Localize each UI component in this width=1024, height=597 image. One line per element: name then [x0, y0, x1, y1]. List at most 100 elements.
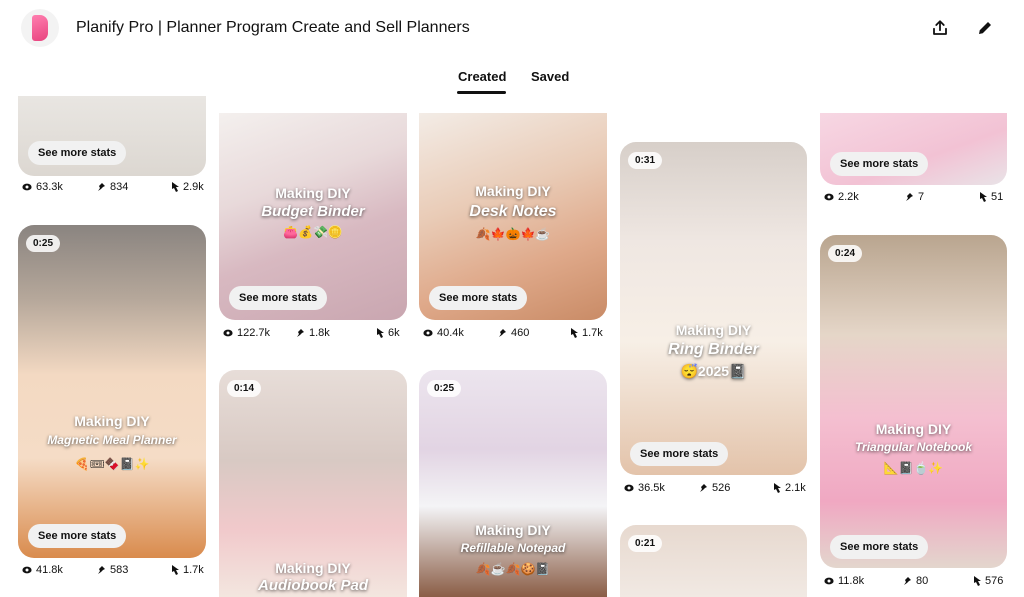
- pin-title-line2: Ring Binder: [668, 341, 759, 358]
- pin-emoji-line: 📐📓🍵✨: [883, 461, 944, 475]
- tab-created[interactable]: Created: [458, 69, 506, 84]
- eye-icon: [22, 566, 32, 574]
- saves-stat: 834: [96, 181, 128, 193]
- pointer-icon: [774, 483, 781, 493]
- views-stat: 40.4k: [423, 327, 464, 339]
- pin-stats: 63.3k 834 2.9k: [22, 181, 204, 195]
- pin-title-line2: Triangular Notebook: [854, 440, 973, 454]
- pin-title-line2: Refillable Notepad: [460, 541, 566, 555]
- pin-card[interactable]: 0:25 Making DIY Refillable Notepad 🍂☕🍂🍪📓: [419, 370, 607, 597]
- views-stat: 36.5k: [624, 482, 665, 494]
- video-duration-badge: 0:14: [227, 380, 262, 397]
- pin-title-line1: Making DIY: [675, 322, 752, 338]
- pin-card[interactable]: 0:31 Making DIY Ring Binder 😴2025📓 See m…: [620, 142, 807, 475]
- pin-title-line1: Making DIY: [275, 185, 351, 201]
- pin-title-line2: Desk Notes: [469, 203, 557, 220]
- pin-stats: 40.4k 460 1.7k: [423, 327, 603, 341]
- edit-pencil-icon[interactable]: [973, 16, 997, 40]
- clicks-stat: 2.1k: [772, 482, 806, 494]
- pin-title-line2: Budget Binder: [261, 203, 365, 220]
- pointer-icon: [980, 192, 987, 202]
- pin-card[interactable]: 0:14 Making DIY Audiobook Pad: [219, 370, 407, 597]
- saves-stat: 80: [902, 575, 928, 587]
- pin-icon: [906, 193, 913, 201]
- video-duration-badge: 0:21: [628, 535, 663, 552]
- clicks-stat: 6k: [375, 327, 400, 339]
- pin-card[interactable]: 0:25 Making DIY Magnetic Meal Planner 🍕🎟…: [18, 225, 206, 558]
- pin-stats: 122.7k 1.8k 6k: [223, 327, 403, 341]
- see-more-stats-button[interactable]: See more stats: [830, 152, 929, 176]
- pin-title-line1: Making DIY: [875, 421, 952, 437]
- active-tab-indicator: [457, 91, 506, 94]
- pin-title-line3: 😴2025📓: [680, 363, 747, 379]
- pin-emoji-line: 🍕🎟🍫📓✨: [74, 457, 150, 471]
- pin-stats: 36.5k 526 2.1k: [624, 482, 806, 496]
- video-duration-badge: 0:25: [427, 380, 462, 397]
- pin-title-line2: Audiobook Pad: [258, 577, 368, 594]
- pointer-icon: [377, 328, 384, 338]
- pin-icon: [904, 577, 911, 585]
- pin-card[interactable]: See more stats: [820, 113, 1007, 185]
- planner-logo-icon: [32, 15, 48, 41]
- saves-stat: 526: [698, 482, 730, 494]
- eye-icon: [223, 329, 233, 337]
- saves-stat: 7: [904, 191, 924, 203]
- views-stat: 63.3k: [22, 181, 63, 193]
- eye-icon: [824, 577, 834, 585]
- pin-stats: 2.2k 7 51: [824, 191, 1004, 205]
- video-duration-badge: 0:31: [628, 152, 663, 169]
- pin-stats: 41.8k 583 1.7k: [22, 564, 204, 578]
- pin-card[interactable]: 0:21: [620, 525, 807, 597]
- see-more-stats-button[interactable]: See more stats: [429, 286, 528, 310]
- see-more-stats-button[interactable]: See more stats: [630, 442, 729, 466]
- clicks-stat: 1.7k: [569, 327, 603, 339]
- pointer-icon: [974, 576, 981, 586]
- eye-icon: [22, 183, 32, 191]
- share-icon[interactable]: [928, 16, 952, 40]
- pin-title-line1: Making DIY: [475, 183, 551, 199]
- pin-stats: 11.8k 80 576: [824, 575, 1004, 589]
- pin-icon: [98, 566, 105, 574]
- see-more-stats-button[interactable]: See more stats: [28, 141, 127, 165]
- pointer-icon: [571, 328, 578, 338]
- pin-icon: [499, 329, 506, 337]
- views-stat: 122.7k: [223, 327, 270, 339]
- see-more-stats-button[interactable]: See more stats: [830, 535, 929, 559]
- views-stat: 2.2k: [824, 191, 859, 203]
- eye-icon: [423, 329, 433, 337]
- board-avatar[interactable]: [21, 9, 59, 47]
- pin-emoji-line: 👛💰💸🪙: [283, 225, 343, 239]
- views-stat: 41.8k: [22, 564, 63, 576]
- pin-icon: [700, 484, 707, 492]
- clicks-stat: 576: [972, 575, 1003, 587]
- pin-emoji-line: 🍂🍁🎃🍁☕: [475, 227, 551, 241]
- clicks-stat: 51: [978, 191, 1003, 203]
- eye-icon: [624, 484, 634, 492]
- tab-saved[interactable]: Saved: [531, 69, 569, 84]
- pin-icon: [98, 183, 105, 191]
- video-duration-badge: 0:25: [26, 235, 61, 252]
- pin-title-line1: Making DIY: [74, 413, 150, 429]
- saves-stat: 583: [96, 564, 128, 576]
- clicks-stat: 1.7k: [170, 564, 204, 576]
- pin-card[interactable]: Making DIY Budget Binder 👛💰💸🪙 See more s…: [219, 113, 407, 320]
- pin-title-line2: Magnetic Meal Planner: [47, 433, 177, 447]
- pin-title-line1: Making DIY: [475, 522, 551, 538]
- saves-stat: 460: [497, 327, 529, 339]
- pin-card[interactable]: Making DIY Desk Notes 🍂🍁🎃🍁☕ See more sta…: [419, 113, 607, 320]
- video-duration-badge: 0:24: [828, 245, 863, 262]
- saves-stat: 1.8k: [295, 327, 330, 339]
- pointer-icon: [172, 565, 179, 575]
- clicks-stat: 2.9k: [170, 181, 204, 193]
- pin-icon: [297, 329, 304, 337]
- page-title: Planify Pro | Planner Program Create and…: [76, 19, 470, 36]
- profile-header: Planify Pro | Planner Program Create and…: [0, 0, 1024, 58]
- eye-icon: [824, 193, 834, 201]
- pointer-icon: [172, 182, 179, 192]
- pin-card[interactable]: See more stats: [18, 96, 206, 176]
- pin-emoji-line: 🍂☕🍂🍪📓: [475, 562, 551, 576]
- pin-card[interactable]: 0:24 Making DIY Triangular Notebook 📐📓🍵✨…: [820, 235, 1007, 568]
- see-more-stats-button[interactable]: See more stats: [28, 524, 127, 548]
- tab-bar: Created Saved: [0, 69, 1024, 95]
- see-more-stats-button[interactable]: See more stats: [229, 286, 328, 310]
